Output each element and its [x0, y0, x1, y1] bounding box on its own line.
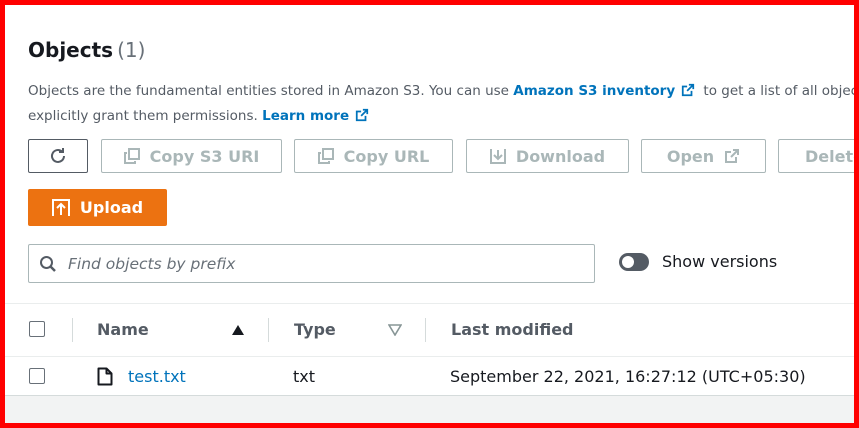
download-icon [489, 149, 506, 164]
description-line-1: Objects are the fundamental entities sto… [28, 79, 854, 104]
show-versions-label: Show versions [662, 252, 778, 271]
object-name-link[interactable]: test.txt [128, 367, 186, 386]
search-box [28, 244, 595, 283]
description-line-2: explicitly grant them permissions. Learn… [28, 104, 854, 129]
delete-label: Delete [805, 146, 854, 166]
copy-s3-uri-label: Copy S3 URI [149, 146, 260, 166]
search-icon [40, 255, 56, 272]
external-link-icon[interactable] [681, 83, 695, 97]
open-button[interactable]: Open [641, 139, 766, 173]
refresh-button[interactable] [28, 139, 88, 173]
upload-button[interactable]: Upload [28, 189, 167, 226]
external-link-icon[interactable] [355, 108, 369, 122]
delete-button[interactable]: Delete [778, 139, 854, 173]
objects-panel: Objects (1) Objects are the fundamental e… [5, 5, 854, 396]
screen-frame: Objects (1) Objects are the fundamental e… [5, 5, 854, 423]
column-separator [268, 318, 269, 342]
sort-descending-icon[interactable] [388, 324, 402, 336]
toggle-switch[interactable] [619, 252, 649, 271]
table-row: test.txt txt September 22, 2021, 16:27:1… [5, 357, 854, 395]
search-input[interactable] [66, 253, 570, 274]
column-header-last-modified[interactable]: Last modified [451, 320, 574, 339]
object-count: (1) [117, 38, 146, 62]
copy-url-button[interactable]: Copy URL [294, 139, 453, 173]
page-title: Objects (1) [28, 38, 145, 62]
file-icon [97, 367, 113, 386]
description-text-2: to get a list of all objects in your buc… [703, 83, 854, 99]
toggle-knob [622, 255, 634, 268]
description-text-3: explicitly grant them permissions. [28, 108, 263, 124]
upload-icon [51, 198, 70, 216]
copy-s3-uri-button[interactable]: Copy S3 URI [101, 139, 282, 173]
column-separator [72, 318, 73, 342]
row-checkbox[interactable] [29, 368, 45, 384]
select-all-checkbox[interactable] [29, 321, 45, 337]
objects-description: Objects are the fundamental entities sto… [28, 79, 854, 129]
object-last-modified: September 22, 2021, 16:27:12 (UTC+05:30) [450, 367, 806, 386]
title-text: Objects [28, 38, 114, 62]
inventory-link[interactable]: Amazon S3 inventory [513, 83, 675, 99]
download-button[interactable]: Download [466, 139, 629, 173]
description-text-1: Objects are the fundamental entities sto… [28, 83, 514, 99]
copy-icon [123, 148, 140, 164]
show-versions-toggle[interactable]: Show versions [619, 252, 777, 271]
learn-more-link[interactable]: Learn more [262, 108, 349, 124]
column-header-name[interactable]: Name [97, 320, 149, 339]
column-separator [425, 318, 426, 342]
column-header-type[interactable]: Type [294, 320, 336, 339]
refresh-icon [51, 148, 65, 163]
external-link-icon [725, 149, 740, 163]
sort-ascending-icon[interactable] [231, 324, 245, 336]
open-label: Open [666, 146, 715, 166]
download-label: Download [515, 146, 606, 166]
copy-url-label: Copy URL [343, 146, 430, 166]
table-header: Name Type Last modified [5, 304, 854, 357]
copy-icon [317, 148, 334, 164]
object-type: txt [293, 367, 316, 386]
upload-label: Upload [79, 198, 144, 217]
